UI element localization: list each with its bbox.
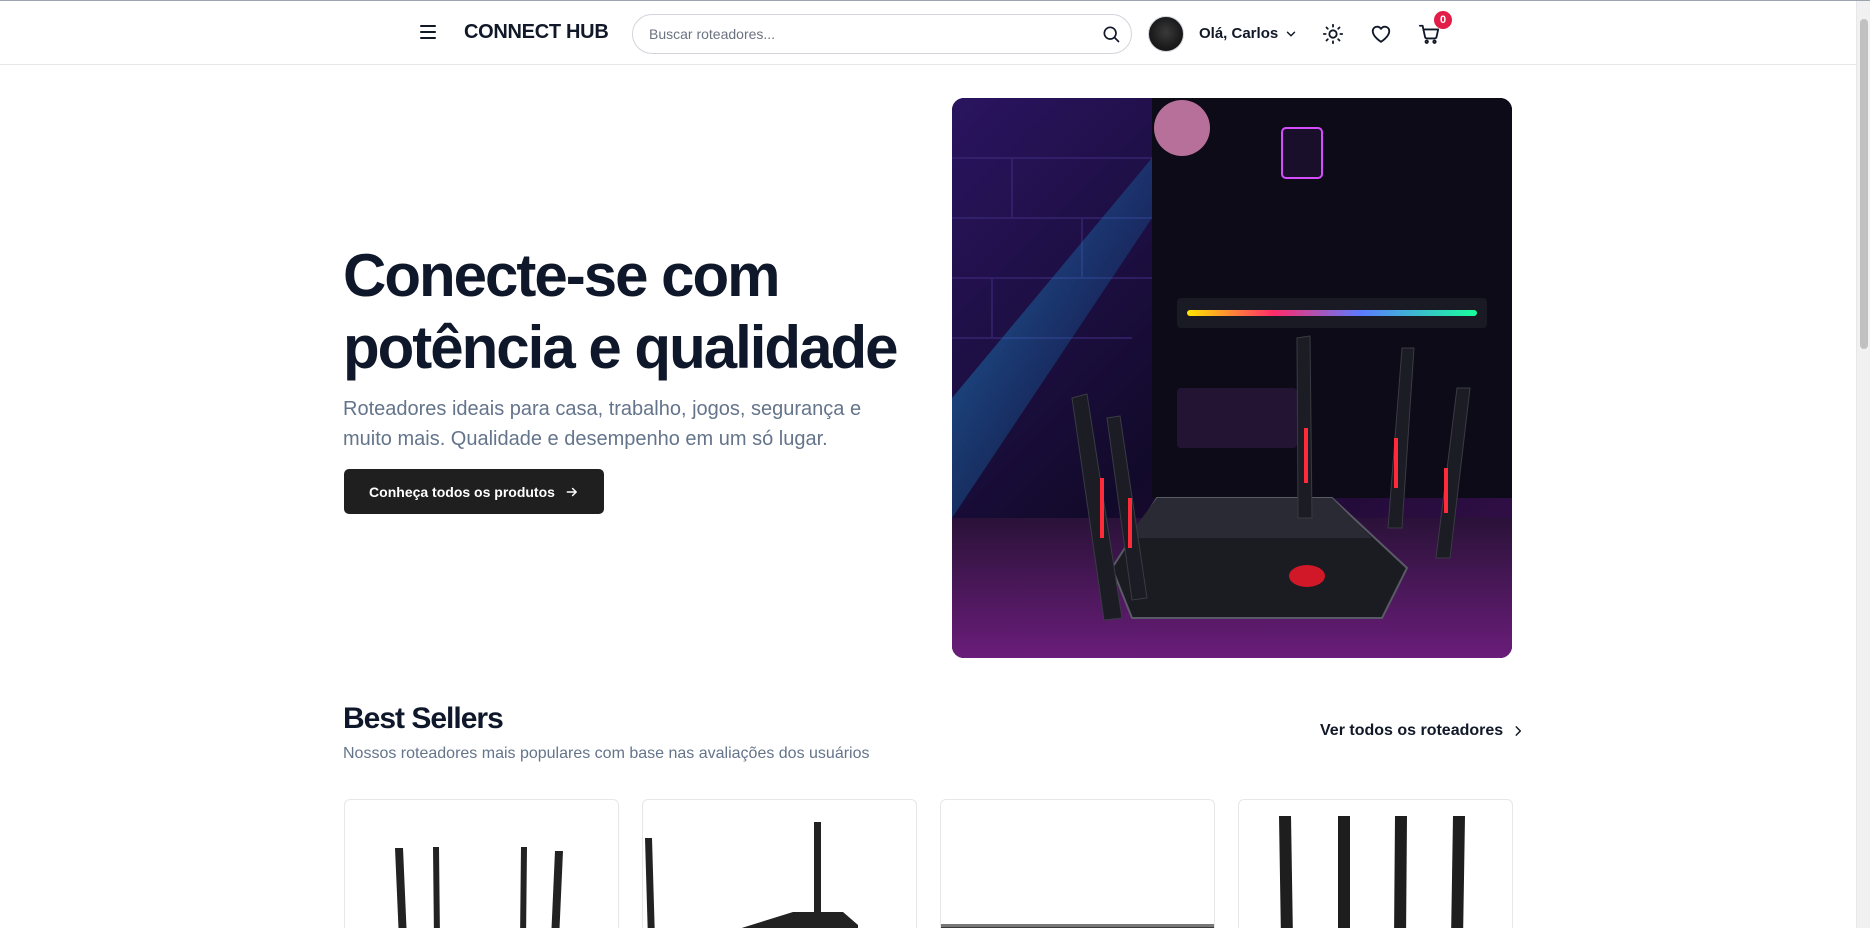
- chevron-down-icon: [1286, 31, 1296, 36]
- product-card[interactable]: [642, 799, 917, 928]
- product-image: [395, 847, 563, 928]
- hero-title: Conecte-se com potência e qualidade: [343, 242, 898, 381]
- chevron-right-icon: [1515, 726, 1522, 736]
- user-greeting: Olá, Carlos: [1199, 25, 1279, 42]
- search-bar: [632, 14, 1132, 54]
- product-image: [941, 924, 1214, 928]
- product-image: [1279, 816, 1465, 928]
- site-header: CONNECT HUB Olá, Carlos 0: [0, 1, 1856, 65]
- arrow-right-icon: [566, 487, 577, 496]
- menu-icon[interactable]: [417, 21, 439, 43]
- cta-label: Conheça todos os produtos: [369, 483, 555, 500]
- product-card[interactable]: [940, 799, 1215, 928]
- sun-icon: [1322, 23, 1344, 45]
- product-card[interactable]: [344, 799, 619, 928]
- hero-subtitle: Roteadores ideais para casa, trabalho, j…: [343, 398, 862, 450]
- search-input[interactable]: [649, 15, 1089, 53]
- page-scrollbar[interactable]: [1856, 1, 1870, 928]
- best-sellers-title: Best Sellers: [343, 702, 504, 735]
- wishlist-button[interactable]: [1369, 22, 1393, 46]
- site-logo[interactable]: CONNECT HUB: [464, 21, 609, 44]
- product-card[interactable]: [1238, 799, 1513, 928]
- search-icon[interactable]: [1101, 24, 1121, 44]
- view-all-products-button[interactable]: Conheça todos os produtos: [344, 469, 604, 514]
- scrollbar-thumb[interactable]: [1860, 19, 1868, 349]
- view-all-routers-label: Ver todos os roteadores: [1320, 722, 1504, 739]
- cart-count-badge: 0: [1434, 11, 1452, 29]
- user-menu[interactable]: Olá, Carlos: [1199, 25, 1298, 42]
- hero-image: [952, 98, 1512, 658]
- avatar[interactable]: [1148, 16, 1184, 52]
- heart-icon: [1371, 25, 1391, 43]
- product-image: [645, 822, 858, 928]
- theme-toggle-button[interactable]: [1321, 22, 1345, 46]
- best-sellers-subtitle: Nossos roteadores mais populares com bas…: [343, 745, 870, 762]
- view-all-routers-link[interactable]: Ver todos os roteadores: [1320, 722, 1525, 740]
